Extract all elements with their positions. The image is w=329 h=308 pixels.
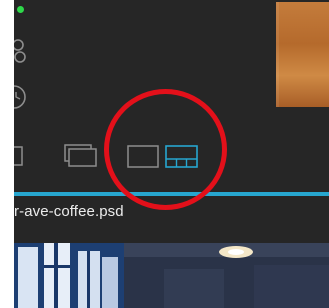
- app-window: r-ave-coffee.psd: [14, 0, 329, 308]
- panel-with-filmstrip-layout-icon: [165, 145, 198, 168]
- image-thumbnail[interactable]: [276, 2, 329, 107]
- document-filename: r-ave-coffee.psd: [14, 203, 124, 220]
- selection-accent-bar: [14, 192, 329, 196]
- single-panel-layout-icon: [127, 145, 159, 168]
- compare-view-button[interactable]: [64, 143, 98, 169]
- status-indicator: [17, 6, 24, 13]
- photo-preview[interactable]: [14, 243, 329, 308]
- single-view-button[interactable]: [14, 146, 24, 166]
- stacked-frames-icon: [64, 144, 97, 167]
- single-frame-icon: [14, 146, 23, 166]
- settings-icon[interactable]: [14, 36, 28, 71]
- history-icon[interactable]: [14, 84, 28, 115]
- cafe-photo-image: [14, 243, 329, 308]
- single-panel-layout-button[interactable]: [127, 145, 159, 169]
- screenshot-frame: r-ave-coffee.psd: [0, 0, 329, 308]
- filmstrip-layout-button[interactable]: [165, 145, 198, 169]
